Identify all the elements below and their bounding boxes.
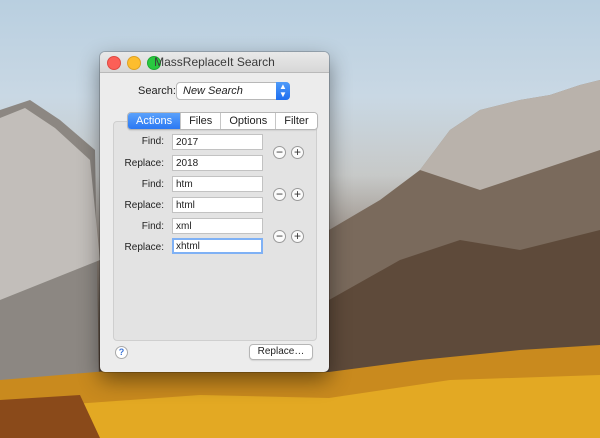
replace-button[interactable]: Replace… bbox=[249, 344, 313, 360]
replace-field-2[interactable]: html bbox=[172, 197, 263, 213]
tab-filter[interactable]: Filter bbox=[275, 113, 317, 129]
find-field-1[interactable]: 2017 bbox=[172, 134, 263, 150]
replace-label: Replace: bbox=[124, 242, 164, 253]
window-title: MassReplaceIt Search bbox=[154, 55, 275, 69]
search-label: Search: bbox=[138, 85, 176, 97]
remove-pair-button-1[interactable]: − bbox=[273, 146, 286, 159]
search-select-value: New Search bbox=[183, 85, 243, 97]
find-field-2[interactable]: htm bbox=[172, 176, 263, 192]
remove-pair-button-3[interactable]: − bbox=[273, 230, 286, 243]
find-field-3[interactable]: xml bbox=[172, 218, 263, 234]
search-window: MassReplaceIt Search Search: New Search … bbox=[100, 52, 329, 372]
replace-label: Replace: bbox=[124, 158, 164, 169]
tab-actions[interactable]: Actions bbox=[128, 113, 181, 129]
search-select[interactable]: New Search ▲ ▼ bbox=[176, 82, 290, 100]
add-pair-button-1[interactable]: + bbox=[291, 146, 304, 159]
replace-field-3[interactable]: xhtml bbox=[172, 238, 263, 254]
find-label: Find: bbox=[141, 221, 164, 232]
tab-bar: Actions Files Options Filter bbox=[127, 112, 318, 130]
replace-field-1[interactable]: 2018 bbox=[172, 155, 263, 171]
add-pair-button-2[interactable]: + bbox=[291, 188, 304, 201]
chevron-updown-icon: ▲ ▼ bbox=[276, 82, 290, 100]
remove-pair-button-2[interactable]: − bbox=[273, 188, 286, 201]
find-label: Find: bbox=[141, 136, 164, 147]
help-button[interactable]: ? bbox=[115, 346, 128, 359]
replace-label: Replace: bbox=[124, 200, 164, 211]
tab-files[interactable]: Files bbox=[180, 113, 221, 129]
add-pair-button-3[interactable]: + bbox=[291, 230, 304, 243]
tab-options[interactable]: Options bbox=[220, 113, 276, 129]
title-bar[interactable]: MassReplaceIt Search bbox=[100, 52, 329, 73]
find-label: Find: bbox=[141, 179, 164, 190]
